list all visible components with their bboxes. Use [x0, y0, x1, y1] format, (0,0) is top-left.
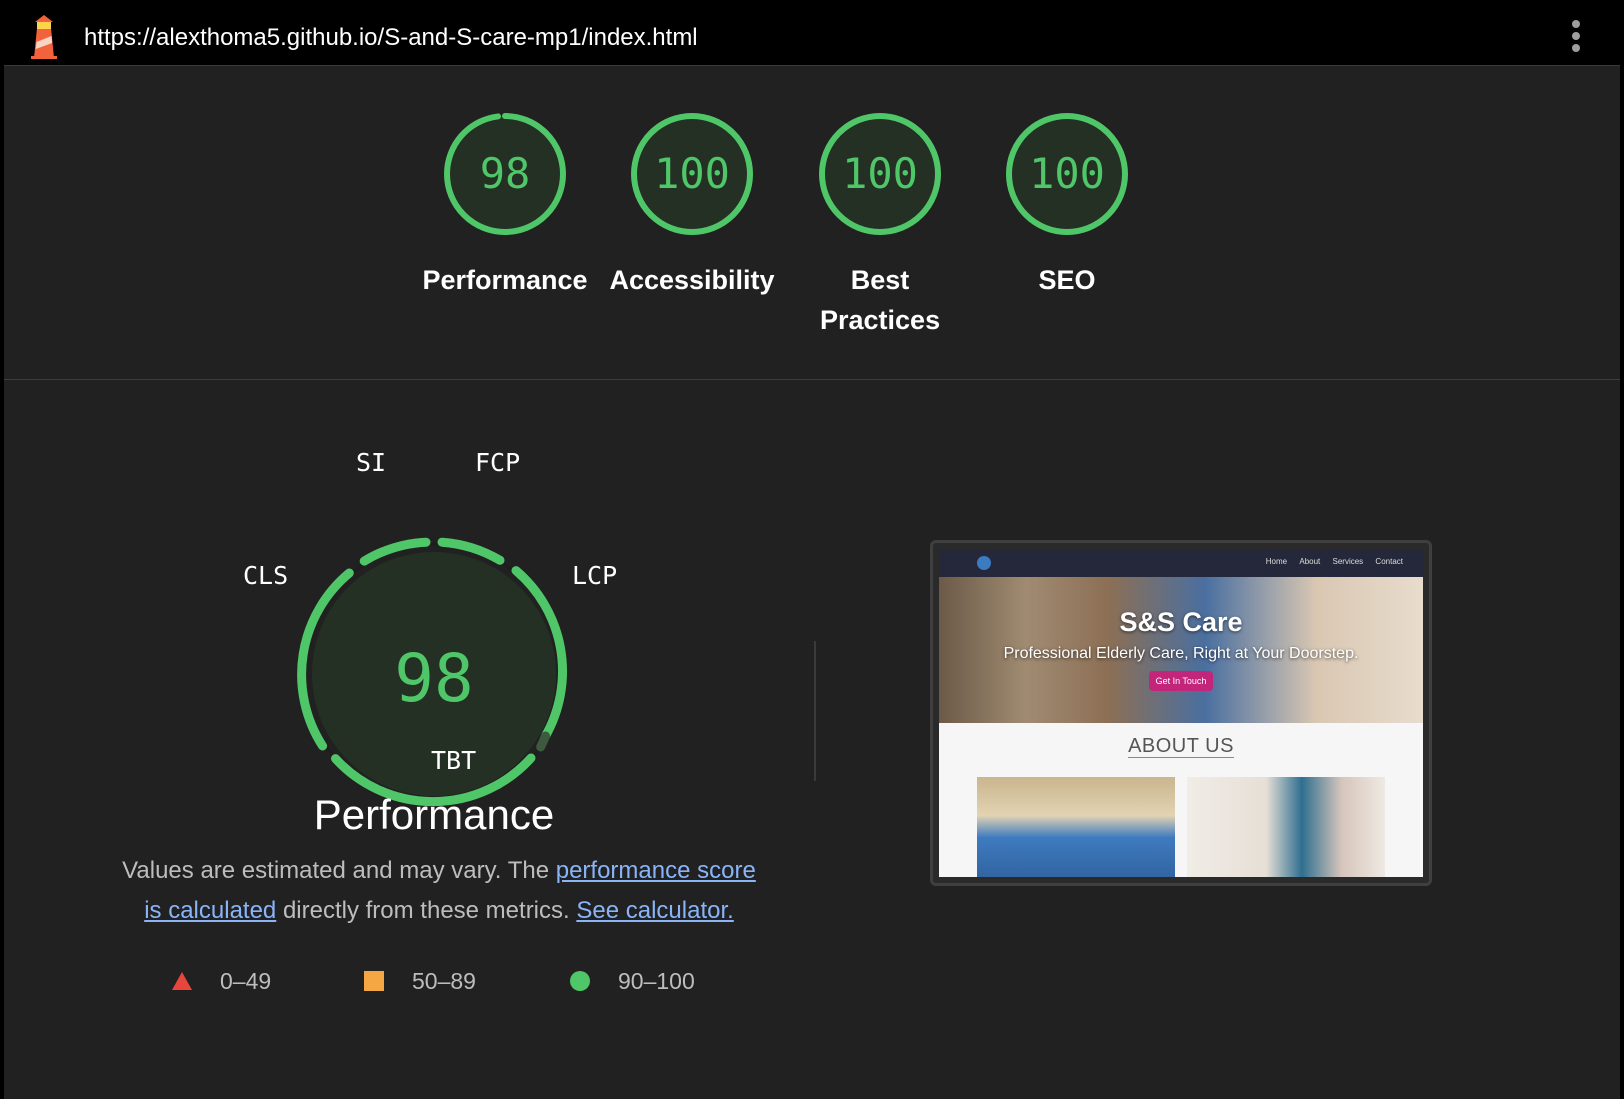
thumb-nav-contact: Contact: [1375, 557, 1403, 566]
final-screenshot[interactable]: Home About Services Contact S&S Care Pro…: [930, 540, 1432, 886]
gauge-label: Performance: [422, 265, 588, 295]
thumb-about-text: ABOUT US: [1128, 735, 1234, 758]
thumb-hero-title: S&S Care: [1119, 607, 1243, 637]
gauge-label: Best Practices: [820, 265, 941, 335]
thumb-navbar: Home About Services Contact: [939, 549, 1423, 577]
performance-description: Values are estimated and may vary. The p…: [114, 851, 764, 931]
category-gauges: 98 Performance 100 Accessibility 100 Bes…: [4, 66, 1620, 380]
metric-label-si: SI: [356, 448, 387, 477]
gauge-label: SEO: [1038, 265, 1096, 295]
gauge-score: 100: [1029, 149, 1105, 198]
legend-range: 0–49: [220, 967, 272, 994]
performance-score: 98: [394, 640, 473, 717]
metric-label-tbt: TBT: [431, 746, 477, 775]
thumb-nav-about: About: [1299, 557, 1321, 566]
thumb-hero-subtitle: Professional Elderly Care, Right at Your…: [1003, 645, 1359, 662]
metric-label-fcp: FCP: [475, 448, 521, 477]
legend-range: 50–89: [412, 967, 476, 994]
performance-gauge: 98: [297, 537, 567, 807]
metric-label-cls: CLS: [243, 561, 289, 590]
legend-pass: 90–100: [570, 961, 695, 1001]
thumb-team-photo: [977, 777, 1175, 877]
page-url: https://alexthoma5.github.io/S-and-S-car…: [84, 24, 698, 51]
thumb-about-heading: ABOUT US: [939, 735, 1423, 758]
gauge-accessibility[interactable]: 100 Accessibility: [602, 110, 782, 300]
performance-section: 98 SI FCP LCP CLS TBT Performance Values…: [4, 381, 1620, 1099]
triangle-icon: [172, 972, 192, 990]
section-divider: [814, 641, 816, 781]
gauge-score: 98: [480, 149, 531, 198]
thumb-nav-home: Home: [1265, 557, 1288, 566]
gauge-seo[interactable]: 100 SEO: [977, 110, 1157, 300]
gauge-ring: 100: [631, 113, 753, 235]
gauge-best-practices[interactable]: 100 Best Practices: [790, 110, 970, 340]
gauge-ring: 100: [1006, 113, 1128, 235]
legend-fail: 0–49: [172, 961, 271, 1001]
description-text: directly from these metrics.: [276, 897, 577, 924]
lighthouse-icon: [31, 15, 57, 59]
gauge-ring: 100: [819, 113, 941, 235]
square-icon: [364, 971, 384, 991]
metric-label-lcp: LCP: [572, 561, 618, 590]
thumb-nav-services: Services: [1332, 557, 1364, 566]
legend-average: 50–89: [364, 961, 476, 1001]
thumb-care-photo: [1187, 777, 1385, 877]
gauge-score: 100: [842, 149, 918, 198]
screenshot-page: Home About Services Contact S&S Care Pro…: [939, 549, 1423, 877]
top-bar: https://alexthoma5.github.io/S-and-S-car…: [4, 4, 1620, 66]
description-text: Values are estimated and may vary. The: [122, 857, 556, 884]
thumb-nav-links: Home About Services Contact: [1256, 557, 1403, 566]
performance-title: Performance: [313, 791, 555, 838]
more-options-icon[interactable]: [1570, 18, 1582, 54]
gauge-ring: 98: [444, 113, 566, 235]
gauge-performance[interactable]: 98 Performance: [415, 110, 595, 300]
circle-icon: [570, 971, 590, 991]
gauge-label: Accessibility: [609, 265, 775, 295]
report-frame: https://alexthoma5.github.io/S-and-S-car…: [4, 4, 1620, 1099]
thumb-hero-image: S&S Care Professional Elderly Care, Righ…: [939, 577, 1423, 723]
heart-logo-icon: [977, 556, 991, 570]
gauge-score: 100: [654, 149, 730, 198]
thumb-hero-button: Get In Touch: [1149, 671, 1213, 691]
see-calculator-link[interactable]: See calculator.: [576, 897, 733, 924]
legend-range: 90–100: [618, 967, 695, 994]
